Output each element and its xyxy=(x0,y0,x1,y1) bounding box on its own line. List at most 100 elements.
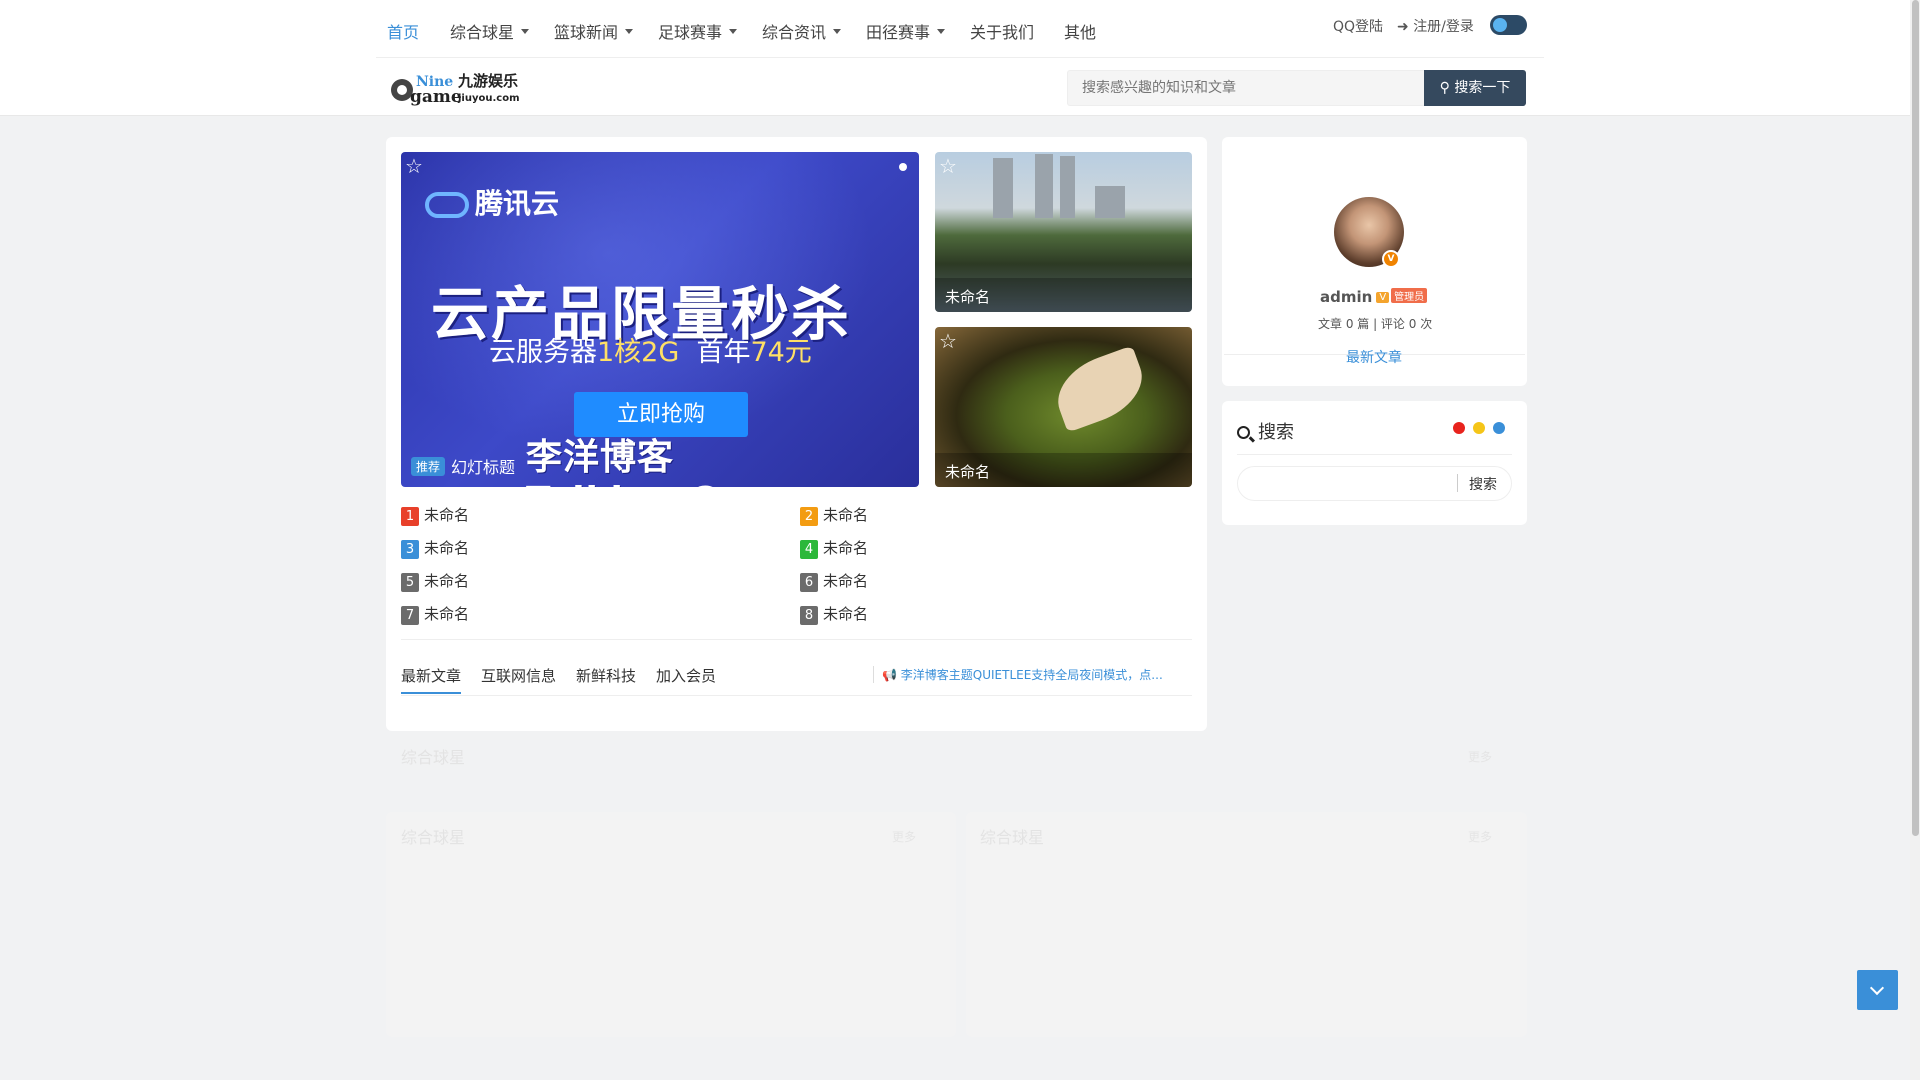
rank-title: 未命名 xyxy=(823,506,869,524)
faded-more-link: 更多 xyxy=(1468,830,1493,844)
rank-title: 未命名 xyxy=(424,506,470,524)
ranking-item[interactable]: 1 未命名 xyxy=(401,504,469,526)
search-widget-title: 搜索 xyxy=(1237,418,1294,444)
cloud-logo-icon xyxy=(425,192,469,218)
leaf-shape xyxy=(1047,345,1153,433)
building-shape xyxy=(1060,156,1075,218)
search-button-label: 搜索一下 xyxy=(1454,80,1511,96)
rank-title: 未命名 xyxy=(424,539,470,557)
star-icon[interactable]: ☆ xyxy=(939,331,957,351)
nav-item-label: 综合球星 xyxy=(450,23,515,42)
slide-brand-text: 腾讯云 xyxy=(475,187,560,220)
tab-membership[interactable]: 加入会员 xyxy=(656,665,716,686)
slide-sub-price: 74元 xyxy=(750,337,812,368)
ranking-item[interactable]: 8 未命名 xyxy=(800,603,868,625)
building-shape xyxy=(1035,154,1053,218)
scroll-down-button[interactable] xyxy=(1857,970,1898,1010)
thumb-caption: 未命名 xyxy=(935,278,1192,312)
nav-item-about[interactable]: 关于我们 xyxy=(970,19,1034,43)
profile-name[interactable]: admin xyxy=(1320,288,1372,306)
rank-number: 6 xyxy=(800,573,818,592)
rank-number: 7 xyxy=(401,606,419,625)
chevron-down-icon xyxy=(1869,980,1885,996)
thumb-card-2[interactable]: ☆ 未命名 xyxy=(935,327,1192,487)
tabs-baseline xyxy=(401,695,1192,696)
nav-item-label: 田径赛事 xyxy=(866,23,931,42)
profile-stats: 文章 0 篇 | 评论 0 次 xyxy=(1318,317,1433,331)
verified-badge-icon: V xyxy=(1382,250,1400,268)
faded-panel xyxy=(966,812,1527,1037)
building-shape xyxy=(1095,186,1125,218)
rank-number: 3 xyxy=(401,540,419,559)
section-divider xyxy=(401,639,1192,640)
vip-badge: V xyxy=(1376,292,1390,303)
red-dot-icon xyxy=(1453,422,1465,434)
qq-login-link[interactable]: QQ登陆 xyxy=(1333,16,1383,36)
faded-section-title: 综合球星 xyxy=(980,828,1045,847)
faded-section-title: 综合球星 xyxy=(401,748,466,767)
search-icon xyxy=(1237,426,1250,439)
ranking-item[interactable]: 6 未命名 xyxy=(800,570,868,592)
nav-item-stars[interactable]: 综合球星 xyxy=(450,19,530,43)
logo-domain: jiuyou.com xyxy=(457,93,520,104)
thumb-caption: 未命名 xyxy=(935,453,1192,487)
nav-item-home[interactable]: 首页 xyxy=(387,19,419,43)
ranking-item[interactable]: 2 未命名 xyxy=(800,504,868,526)
ranking-item[interactable]: 5 未命名 xyxy=(401,570,469,592)
tab-internet[interactable]: 互联网信息 xyxy=(481,665,556,686)
nav-item-other[interactable]: 其他 xyxy=(1064,19,1096,43)
tab-latest[interactable]: 最新文章 xyxy=(401,665,461,686)
star-icon[interactable]: ☆ xyxy=(939,156,957,176)
faded-more-link: 更多 xyxy=(1468,750,1493,764)
caret-down-icon xyxy=(833,29,842,34)
caret-down-icon xyxy=(729,29,738,34)
search-widget-button[interactable]: 搜索 xyxy=(1469,474,1497,494)
slide-watermark: 李洋博客Talklee.Com xyxy=(526,437,780,487)
search-icon: ⚲ xyxy=(1439,80,1450,96)
register-login-link[interactable]: ➜ 注册/登录 xyxy=(1397,16,1474,36)
rank-title: 未命名 xyxy=(823,605,869,623)
widget-divider xyxy=(1237,454,1512,455)
recommend-tag: 推荐 xyxy=(411,457,446,476)
rank-number: 4 xyxy=(800,540,818,559)
ranking-item[interactable]: 4 未命名 xyxy=(800,537,868,559)
site-logo[interactable]: Nine game 九游娱乐 jiuyou.com xyxy=(388,68,524,108)
nav-item-basketball[interactable]: 篮球新闻 xyxy=(554,19,634,43)
faded-panel xyxy=(386,812,956,1037)
rank-title: 未命名 xyxy=(823,572,869,590)
toggle-knob xyxy=(1493,18,1507,32)
window-dots xyxy=(1453,422,1513,438)
megaphone-icon: 📢 xyxy=(882,668,897,682)
featured-slider[interactable]: 腾讯云 云产品限量秒杀 云服务器1核2G 首年74元 立即抢购 李洋博客Talk… xyxy=(401,152,919,487)
thumb-card-1[interactable]: ☆ 未命名 xyxy=(935,152,1192,312)
night-mode-toggle[interactable] xyxy=(1490,15,1527,35)
profile-name-row: admin V 管理员 xyxy=(1320,288,1428,306)
header-search-button[interactable]: ⚲ 搜索一下 xyxy=(1424,70,1526,106)
caret-down-icon xyxy=(521,29,530,34)
scrollbar-thumb[interactable] xyxy=(1912,0,1919,836)
latest-articles-link[interactable]: 最新文章 xyxy=(1346,347,1402,367)
ranking-item[interactable]: 7 未命名 xyxy=(401,603,469,625)
nav-item-football[interactable]: 足球赛事 xyxy=(658,19,738,43)
star-icon[interactable]: ☆ xyxy=(405,156,423,176)
caret-down-icon xyxy=(625,29,634,34)
header-search-input[interactable] xyxy=(1067,70,1424,106)
rank-title: 未命名 xyxy=(424,605,470,623)
role-badge: 管理员 xyxy=(1391,288,1428,303)
ranking-item[interactable]: 3 未命名 xyxy=(401,537,469,559)
rank-title: 未命名 xyxy=(424,572,470,590)
tab-tech[interactable]: 新鲜科技 xyxy=(576,665,636,686)
slide-sub-prefix: 云服务器 xyxy=(489,337,597,368)
slide-caption[interactable]: 推荐 幻灯标题 xyxy=(411,454,515,478)
slide-subheadline: 云服务器1核2G 首年74元 xyxy=(489,330,812,369)
logo-brand-cn: 九游娱乐 xyxy=(457,72,518,90)
slide-sub-highlight: 1核2G xyxy=(597,337,680,368)
rank-number: 5 xyxy=(401,573,419,592)
input-separator xyxy=(1457,474,1458,492)
nav-item-athletics[interactable]: 田径赛事 xyxy=(866,19,946,43)
nav-item-news[interactable]: 综合资讯 xyxy=(762,19,842,43)
rank-number: 1 xyxy=(401,507,419,526)
slider-pagination-dot[interactable] xyxy=(899,163,907,171)
notice-ticker[interactable]: 📢 李洋博客主题QUIETLEE支持全局夜间模式，点... xyxy=(873,666,1185,683)
faded-section-title: 综合球星 xyxy=(401,828,466,847)
